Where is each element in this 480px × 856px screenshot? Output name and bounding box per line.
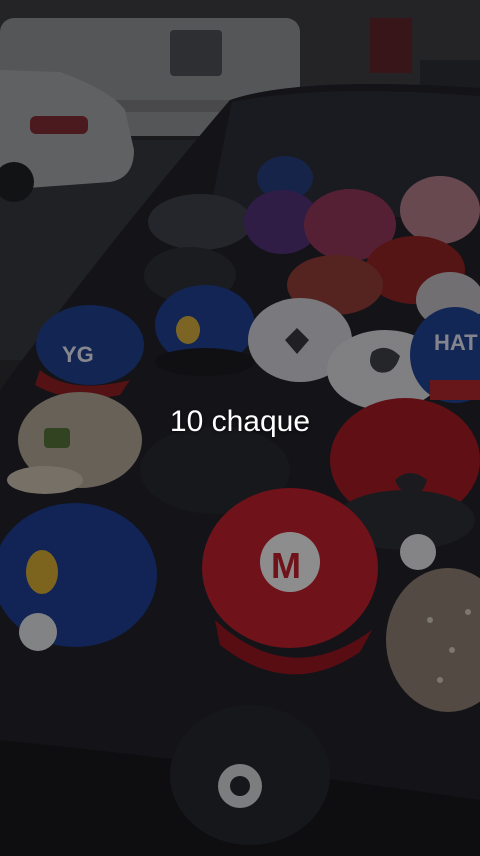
hat-royal-blue [155,285,255,376]
hat-light-pink [400,176,480,244]
hat-black-front [170,705,330,845]
hat-mario: M [202,488,378,675]
price-caption: 10 chaque [169,405,311,438]
story-frame: YG HAT M 10 chaque [0,0,480,856]
red-sign [370,18,412,73]
svg-text:HAT: HAT [434,330,478,355]
svg-text:YG: YG [62,342,94,367]
svg-text:M: M [271,545,301,586]
hat-camo [148,194,252,250]
